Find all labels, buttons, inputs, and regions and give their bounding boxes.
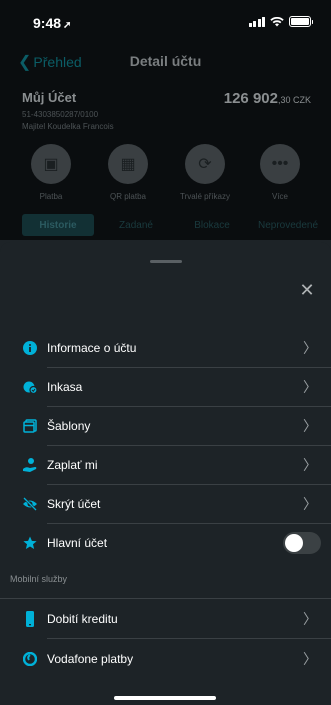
menu-item-main-account: Hlavní účet bbox=[0, 523, 331, 563]
sheet-grabber[interactable] bbox=[150, 260, 182, 263]
status-time: 9:48 bbox=[33, 15, 62, 31]
request-payment-icon bbox=[22, 457, 38, 473]
chevron-right-icon: 〉 bbox=[303, 340, 317, 356]
repeat-icon: ⟳ bbox=[185, 144, 225, 184]
action-qr-payment[interactable]: ▦ QR platba bbox=[93, 144, 163, 201]
quick-actions: ▣ Platba ▦ QR platba ⟳ Trvalé příkazy ••… bbox=[0, 144, 331, 208]
info-icon bbox=[22, 340, 38, 356]
chevron-right-icon: 〉 bbox=[303, 457, 317, 473]
menu-item-vodafone-payments[interactable]: Vodafone platby 〉 bbox=[0, 639, 331, 679]
menu-item-hide-account[interactable]: Skrýt účet 〉 bbox=[0, 484, 331, 524]
chevron-right-icon: 〉 bbox=[303, 379, 317, 395]
menu-item-label: Inkasa bbox=[47, 380, 83, 394]
section-title: Mobilní služby bbox=[10, 574, 68, 584]
navigation-bar: ❮ Přehled Detail účtu bbox=[0, 44, 331, 80]
menu-item-templates[interactable]: Šablony 〉 bbox=[0, 406, 331, 446]
toggle-knob bbox=[285, 534, 303, 552]
wifi-icon bbox=[270, 17, 284, 27]
hide-icon bbox=[22, 496, 38, 512]
templates-icon bbox=[22, 418, 38, 434]
menu-item-label: Zaplať mi bbox=[47, 458, 98, 472]
tab-failed[interactable]: Neprovedené bbox=[250, 214, 326, 236]
menu-item-label: Šablony bbox=[47, 419, 91, 433]
menu-item-pay-me[interactable]: Zaplať mi 〉 bbox=[0, 445, 331, 485]
menu-item-direct-debits[interactable]: Inkasa 〉 bbox=[0, 367, 331, 407]
tab-blocked[interactable]: Blokace bbox=[176, 214, 248, 236]
history-tabs: Historie Zadané Blokace Neprovedené bbox=[0, 208, 331, 240]
battery-icon bbox=[289, 16, 313, 27]
main-account-toggle[interactable] bbox=[283, 532, 321, 554]
status-bar: 9:48 ➚ bbox=[0, 0, 331, 44]
tab-entered[interactable]: Zadané bbox=[96, 214, 176, 236]
account-name: Můj Účet bbox=[22, 90, 77, 105]
menu-item-label: Dobití kreditu bbox=[47, 612, 118, 626]
menu-item-label: Hlavní účet bbox=[47, 536, 108, 550]
menu-item-account-info[interactable]: Informace o účtu 〉 bbox=[0, 328, 331, 368]
chevron-right-icon: 〉 bbox=[303, 496, 317, 512]
close-icon[interactable]: ✕ bbox=[295, 278, 319, 302]
phone-icon bbox=[22, 611, 38, 627]
menu-item-label: Skrýt účet bbox=[47, 497, 101, 511]
account-owner: Majitel Koudelka Francois bbox=[22, 122, 114, 131]
menu-item-label: Vodafone platby bbox=[47, 652, 134, 666]
star-icon bbox=[22, 535, 38, 551]
menu-item-top-up-credit[interactable]: Dobití kreditu 〉 bbox=[0, 599, 331, 639]
location-icon: ➚ bbox=[63, 20, 72, 31]
chevron-right-icon: 〉 bbox=[303, 611, 317, 627]
signal-icon bbox=[248, 17, 265, 27]
account-header: Můj Účet 51-4303850287/0100 Majitel Koud… bbox=[0, 80, 331, 144]
tab-history[interactable]: Historie bbox=[22, 214, 94, 236]
action-standing-orders[interactable]: ⟳ Trvalé příkazy bbox=[170, 144, 240, 201]
home-indicator bbox=[114, 696, 216, 700]
chevron-right-icon: 〉 bbox=[303, 418, 317, 434]
vodafone-icon bbox=[22, 651, 38, 667]
wallet-icon: ▣ bbox=[31, 144, 71, 184]
more-icon: ••• bbox=[260, 144, 300, 184]
section-header-mobile-services: Mobilní služby bbox=[0, 566, 331, 596]
menu-item-label: Informace o účtu bbox=[47, 341, 137, 355]
page-title: Detail účtu bbox=[129, 53, 202, 69]
account-number: 51-4303850287/0100 bbox=[22, 110, 99, 119]
account-balance: 126 902,30 CZK bbox=[223, 90, 311, 107]
action-payment[interactable]: ▣ Platba bbox=[16, 144, 86, 201]
account-options-sheet: ✕ Informace o účtu 〉 Inkasa 〉 Šablony 〉 … bbox=[0, 242, 331, 705]
chevron-right-icon: 〉 bbox=[303, 651, 317, 667]
direct-debit-icon bbox=[22, 379, 38, 395]
qr-icon: ▦ bbox=[108, 144, 148, 184]
action-more[interactable]: ••• Více bbox=[245, 144, 315, 201]
